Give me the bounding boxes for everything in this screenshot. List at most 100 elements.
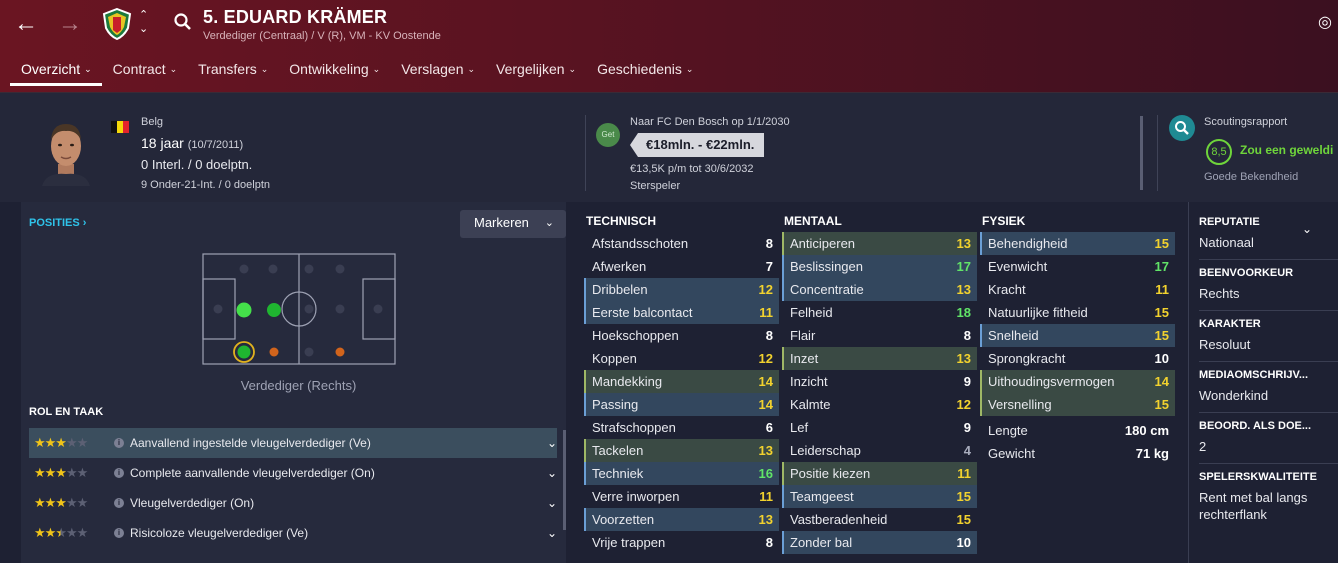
attribute-row[interactable]: Felheid 18 bbox=[782, 301, 977, 324]
attribute-value: 8 bbox=[765, 328, 773, 343]
divider bbox=[1199, 463, 1338, 464]
role-row[interactable]: ★★★★★ i Aanvallend ingestelde vleugelver… bbox=[29, 428, 557, 458]
tab-verslagen[interactable]: Verslagen ⌄ bbox=[390, 56, 485, 86]
attribute-row[interactable]: Kracht 11 bbox=[980, 278, 1175, 301]
attribute-row[interactable]: Passing 14 bbox=[584, 393, 779, 416]
player-subtitle: Verdediger (Centraal) / V (R), VM - KV O… bbox=[203, 30, 441, 42]
attribute-row[interactable]: Lef 9 bbox=[782, 416, 977, 439]
attribute-row[interactable]: Teamgeest 15 bbox=[782, 485, 977, 508]
positions-link[interactable]: POSITIES › bbox=[29, 217, 86, 229]
position-dot-wbr bbox=[269, 347, 279, 357]
chevron-down-icon[interactable]: ⌄ bbox=[547, 526, 557, 540]
role-row[interactable]: ★★★★★ i Risicoloze vleugelverdediger (Ve… bbox=[29, 518, 557, 548]
attribute-row[interactable]: Eerste balcontact 11 bbox=[584, 301, 779, 324]
attribute-row[interactable]: Inzet 13 bbox=[782, 347, 977, 370]
club-badge-icon[interactable] bbox=[102, 8, 132, 40]
attribute-row[interactable]: Versnelling 15 bbox=[980, 393, 1175, 416]
chevron-down-icon[interactable]: ⌄ bbox=[1302, 222, 1312, 236]
attribute-row[interactable]: Vrije trappen 8 bbox=[584, 531, 779, 554]
attribute-row[interactable]: Kalmte 12 bbox=[782, 393, 977, 416]
attribute-name: Flair bbox=[790, 328, 816, 343]
role-list-scrollbar[interactable] bbox=[563, 430, 566, 530]
attribute-name: Anticiperen bbox=[790, 236, 856, 251]
attribute-row[interactable]: Afstandsschoten 8 bbox=[584, 232, 779, 255]
tab-transfers[interactable]: Transfers ⌄ bbox=[187, 56, 278, 86]
attribute-row[interactable]: Positie kiezen 11 bbox=[782, 462, 977, 485]
measure-name: Gewicht bbox=[988, 446, 1035, 461]
divider bbox=[1199, 361, 1338, 362]
attribute-value: 17 bbox=[956, 259, 971, 274]
chevron-down-icon: ⌄ bbox=[568, 64, 577, 74]
attribute-row[interactable]: Sprongkracht 10 bbox=[980, 347, 1175, 370]
chevron-down-icon[interactable]: ⌄ bbox=[547, 466, 557, 480]
forward-arrow-icon[interactable]: → bbox=[58, 10, 82, 38]
markeren-dropdown[interactable]: Markeren ⌄ bbox=[460, 210, 566, 238]
divider bbox=[1199, 412, 1338, 413]
scrollbar[interactable] bbox=[1140, 116, 1143, 190]
divider bbox=[585, 115, 586, 191]
attribute-row[interactable]: Anticiperen 13 bbox=[782, 232, 977, 255]
attribute-row[interactable]: Strafschoppen 6 bbox=[584, 416, 779, 439]
attribute-row[interactable]: Behendigheid 15 bbox=[980, 232, 1175, 255]
technical-attributes: TECHNISCH Afstandsschoten 8 Afwerken 7 Dribb… bbox=[584, 202, 779, 554]
back-arrow-icon[interactable]: ← bbox=[14, 10, 38, 38]
chevron-down-icon: ⌄ bbox=[685, 64, 694, 74]
player-cycle-icon[interactable]: ⌃ ⌄ bbox=[139, 8, 148, 36]
attribute-value: 10 bbox=[956, 535, 971, 550]
attribute-row[interactable]: Uithoudingsvermogen 14 bbox=[980, 370, 1175, 393]
attribute-row[interactable]: Dribbelen 12 bbox=[584, 278, 779, 301]
attribute-row[interactable]: Zonder bal 10 bbox=[782, 531, 977, 554]
star-rating: ★★★★★ bbox=[34, 465, 88, 480]
attribute-name: Techniek bbox=[592, 466, 644, 481]
divider bbox=[1199, 310, 1338, 311]
reputation-block[interactable]: REPUTATIE Nationaal bbox=[1199, 216, 1338, 251]
attribute-row[interactable]: Hoekschoppen 8 bbox=[584, 324, 779, 347]
attribute-value: 14 bbox=[758, 374, 773, 389]
tab-ontwikkeling[interactable]: Ontwikkeling ⌄ bbox=[278, 56, 390, 86]
star-rating: ★★★★★ bbox=[34, 435, 88, 450]
attribute-name: Inzet bbox=[790, 351, 819, 366]
attribute-row[interactable]: Verre inworpen 11 bbox=[584, 485, 779, 508]
attribute-row[interactable]: Evenwicht 17 bbox=[980, 255, 1175, 278]
attribute-row[interactable]: Leiderschap 4 bbox=[782, 439, 977, 462]
info-icon[interactable]: i bbox=[114, 528, 124, 538]
attribute-value: 11 bbox=[759, 305, 773, 320]
attribute-name: Natuurlijke fitheid bbox=[988, 305, 1088, 320]
attribute-name: Vastberadenheid bbox=[790, 512, 888, 527]
attribute-row[interactable]: Inzicht 9 bbox=[782, 370, 977, 393]
attribute-row[interactable]: Concentratie 13 bbox=[782, 278, 977, 301]
info-icon[interactable]: i bbox=[114, 438, 124, 448]
attribute-row[interactable]: Voorzetten 13 bbox=[584, 508, 779, 531]
attribute-value: 11 bbox=[957, 466, 971, 481]
attribute-row[interactable]: Flair 8 bbox=[782, 324, 977, 347]
search-icon[interactable] bbox=[173, 12, 193, 32]
attribute-name: Kracht bbox=[988, 282, 1026, 297]
attribute-row[interactable]: Mandekking 14 bbox=[584, 370, 779, 393]
attribute-name: Snelheid bbox=[988, 328, 1039, 343]
role-row[interactable]: ★★★★★ i Complete aanvallende vleugelverd… bbox=[29, 458, 557, 488]
attribute-row[interactable]: Snelheid 15 bbox=[980, 324, 1175, 347]
attribute-row[interactable]: Vastberadenheid 15 bbox=[782, 508, 977, 531]
role-row[interactable]: ★★★★★ i Vleugelverdediger (On) ⌄ bbox=[29, 488, 557, 518]
chevron-down-icon[interactable]: ⌄ bbox=[547, 436, 557, 450]
attribute-row[interactable]: Techniek 16 bbox=[584, 462, 779, 485]
transfer-value-tag[interactable]: €18mln. - €22mln. bbox=[630, 133, 765, 157]
role-list: ★★★★★ i Aanvallend ingestelde vleugelver… bbox=[29, 428, 557, 548]
chevron-down-icon: ⌄ bbox=[260, 64, 269, 74]
globe-icon[interactable]: ◎ bbox=[1318, 12, 1332, 32]
tab-overzicht[interactable]: Overzicht ⌄ bbox=[10, 56, 102, 86]
role-section-title: ROL EN TAAK bbox=[29, 406, 104, 418]
info-icon[interactable]: i bbox=[114, 468, 124, 478]
tab-contract[interactable]: Contract ⌄ bbox=[102, 56, 187, 86]
attribute-row[interactable]: Koppen 12 bbox=[584, 347, 779, 370]
attribute-row[interactable]: Afwerken 7 bbox=[584, 255, 779, 278]
scout-search-icon[interactable] bbox=[1169, 115, 1195, 141]
attribute-row[interactable]: Natuurlijke fitheid 15 bbox=[980, 301, 1175, 324]
tab-geschiedenis[interactable]: Geschiedenis ⌄ bbox=[586, 56, 703, 86]
player-side-info: REPUTATIE Nationaal BEENVOORKEUR Rechts … bbox=[1188, 202, 1338, 563]
tab-vergelijken[interactable]: Vergelijken ⌄ bbox=[485, 56, 586, 86]
chevron-down-icon[interactable]: ⌄ bbox=[547, 496, 557, 510]
info-icon[interactable]: i bbox=[114, 498, 124, 508]
attribute-row[interactable]: Beslissingen 17 bbox=[782, 255, 977, 278]
attribute-row[interactable]: Tackelen 13 bbox=[584, 439, 779, 462]
